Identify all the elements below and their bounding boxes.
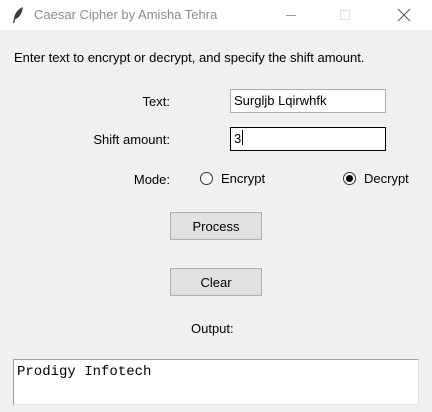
shift-amount-value: 3 <box>234 131 242 146</box>
minimize-button[interactable] <box>268 0 314 30</box>
close-icon <box>397 8 411 22</box>
maximize-button[interactable] <box>322 0 368 30</box>
shift-amount-input[interactable]: 3 <box>230 127 386 151</box>
text-input[interactable]: Surgljb Lqirwhfk <box>230 89 386 113</box>
output-textbox[interactable]: Prodigy Infotech <box>13 359 419 405</box>
window-title: Caesar Cipher by Amisha Tehra <box>34 7 218 22</box>
radio-selected-dot <box>346 175 353 182</box>
instructions-text: Enter text to encrypt or decrypt, and sp… <box>14 50 365 65</box>
decrypt-radio-label: Decrypt <box>364 171 409 186</box>
decrypt-radio[interactable]: Decrypt <box>343 171 409 186</box>
text-label: Text: <box>142 94 170 109</box>
encrypt-radio-circle[interactable] <box>200 172 213 185</box>
maximize-icon <box>339 9 351 21</box>
text-cursor <box>242 130 244 145</box>
decrypt-radio-circle[interactable] <box>343 172 356 185</box>
mode-label: Mode: <box>133 172 170 187</box>
encrypt-radio[interactable]: Encrypt <box>200 171 265 186</box>
encrypt-radio-label: Encrypt <box>221 171 266 186</box>
title-bar[interactable]: Caesar Cipher by Amisha Tehra <box>0 0 432 30</box>
close-button[interactable] <box>381 0 427 30</box>
feather-icon <box>10 6 26 24</box>
text-input-value: Surgljb Lqirwhfk <box>234 93 327 108</box>
output-text: Prodigy Infotech <box>17 364 152 380</box>
process-button[interactable]: Process <box>170 212 262 240</box>
minimize-icon <box>285 9 297 21</box>
output-label: Output: <box>191 321 234 336</box>
shift-amount-label: Shift amount: <box>93 132 170 147</box>
clear-button[interactable]: Clear <box>170 268 262 296</box>
